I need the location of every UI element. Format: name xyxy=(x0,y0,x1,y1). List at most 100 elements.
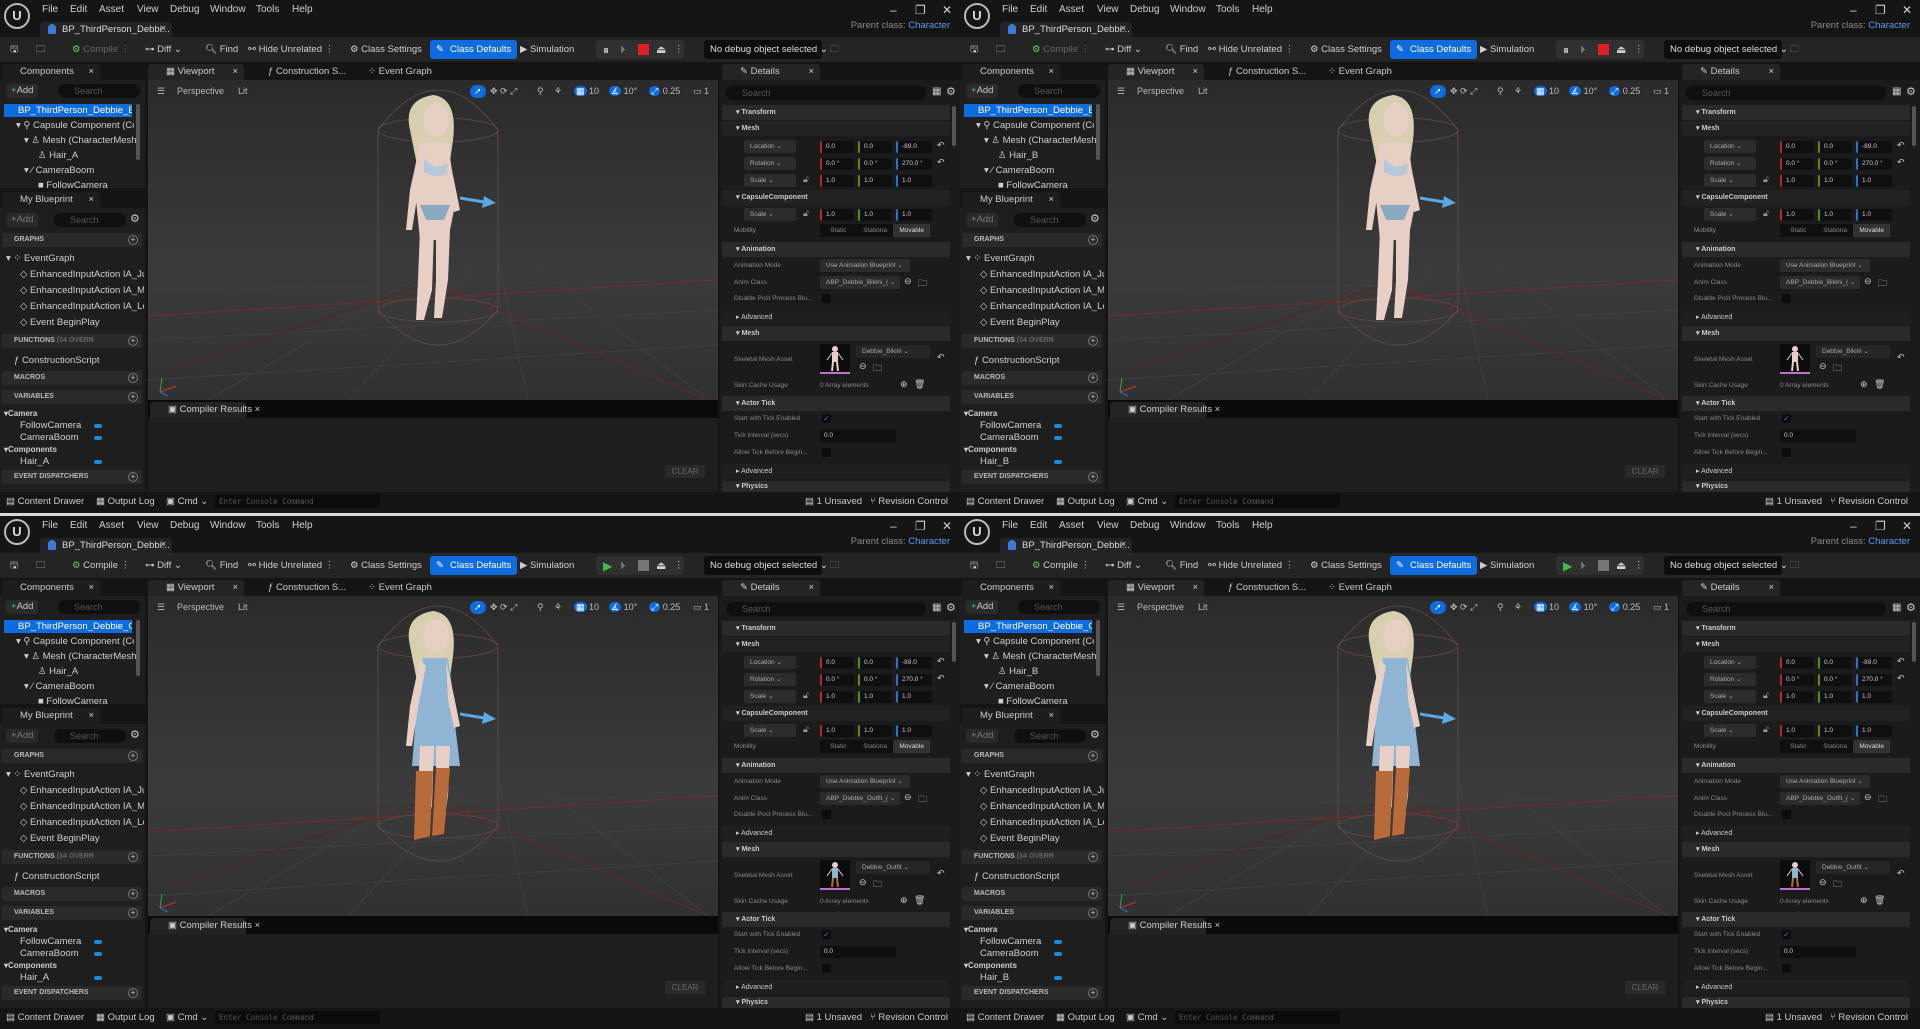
clear-button[interactable]: CLEAR xyxy=(665,465,705,478)
section-macros[interactable]: MACROS + xyxy=(962,887,1102,901)
grid-snap-button[interactable]: ▦ 10 xyxy=(1530,601,1564,614)
viewport-canvas[interactable] xyxy=(1107,80,1679,401)
output-log-button[interactable]: ▦ Output Log xyxy=(96,1012,155,1023)
disable-post-process-checkbox[interactable] xyxy=(1782,294,1791,303)
unsaved-button[interactable]: ▤ 1 Unsaved xyxy=(805,496,862,507)
class-settings-button[interactable]: ⚙ Class Settings xyxy=(1310,559,1382,573)
close-window-button[interactable]: ✕ xyxy=(1902,519,1912,533)
tree-item-mesh[interactable]: ▾ ♙ Mesh (CharacterMesh( xyxy=(984,650,1096,663)
select-tool-icon[interactable]: ➚ xyxy=(1430,601,1446,614)
transform-tools[interactable]: ✥ ⟳ ⤢ xyxy=(486,85,522,98)
skeletal-mesh-dropdown[interactable]: Debbie_Bikini ⌄ xyxy=(856,345,930,358)
event-item[interactable]: ◇ EnhancedInputAction IA_Jur xyxy=(980,268,1104,281)
debug-object-dropdown[interactable]: No debug object selected ⌄ xyxy=(704,40,828,59)
location-dropdown[interactable]: Location ⌄ xyxy=(744,140,796,153)
capsule-scale-z-field[interactable]: 1.0 xyxy=(896,725,932,737)
cmd-dropdown[interactable]: ▣ Cmd ⌄ xyxy=(1126,1012,1168,1023)
function-item[interactable]: ƒ ConstructionScript xyxy=(14,870,100,883)
variable-item[interactable]: Hair_A xyxy=(20,455,49,468)
class-defaults-button[interactable]: ✎ Class Defaults xyxy=(430,40,518,59)
diff-button[interactable]: ⊶ Diff ⌄ xyxy=(1105,43,1142,57)
add-function-icon[interactable]: + xyxy=(1088,852,1098,862)
disable-post-process-checkbox[interactable] xyxy=(822,294,831,303)
debug-browse-icon[interactable]: 🗀 xyxy=(830,559,840,573)
mobility-stationary[interactable]: Stationa xyxy=(1817,224,1854,237)
location-dropdown[interactable]: Location ⌄ xyxy=(1704,656,1756,669)
rotation-y-field[interactable]: 0.0 ° xyxy=(1818,158,1852,170)
event-item[interactable]: ◇ EnhancedInputAction IA_Mo xyxy=(980,800,1104,813)
viewport-menu-icon[interactable]: ☰ xyxy=(153,601,170,614)
tree-item-root[interactable]: BP_ThirdPerson_Debbie_Biki xyxy=(4,104,132,117)
location-y-field[interactable]: 0.0 xyxy=(858,657,892,669)
add-macro-icon[interactable]: + xyxy=(1088,889,1098,899)
tab-my-blueprint[interactable]: My Blueprint × xyxy=(962,708,1060,724)
simulation-button[interactable]: ▶ Simulation xyxy=(520,559,574,573)
debug-object-dropdown[interactable]: No debug object selected ⌄ xyxy=(704,556,828,575)
rotation-y-field[interactable]: 0.0 ° xyxy=(858,674,892,686)
mesh-thumbnail[interactable] xyxy=(1780,860,1810,890)
section-variables[interactable]: VARIABLES + xyxy=(962,906,1102,920)
menu-help[interactable]: Help xyxy=(292,4,313,15)
grid-snap-button[interactable]: ▦ 10 xyxy=(570,85,604,98)
add-dispatcher-icon[interactable]: + xyxy=(1088,988,1098,998)
class-settings-button[interactable]: ⚙ Class Settings xyxy=(350,559,422,573)
unreal-logo-icon[interactable]: U xyxy=(4,3,30,29)
start-tick-checkbox[interactable]: ✓ xyxy=(1782,930,1791,939)
event-item[interactable]: ◇ EnhancedInputAction IA_Mo xyxy=(20,800,144,813)
section-advanced[interactable]: ▸ Advanced xyxy=(1682,826,1910,841)
unsaved-button[interactable]: ▤ 1 Unsaved xyxy=(805,1012,862,1023)
perspective-button[interactable]: Perspective xyxy=(1132,601,1190,614)
menu-tools[interactable]: Tools xyxy=(256,520,279,531)
close-tab-icon[interactable]: × xyxy=(1120,23,1126,34)
perspective-button[interactable]: Perspective xyxy=(1132,85,1190,98)
lock-icon[interactable]: 🔓︎ xyxy=(1763,174,1769,185)
disable-post-process-checkbox[interactable] xyxy=(822,810,831,819)
class-defaults-button[interactable]: ✎ Class Defaults xyxy=(430,556,518,575)
section-capsule-component[interactable]: ▾ CapsuleComponent xyxy=(722,190,950,205)
menu-window[interactable]: Window xyxy=(210,4,246,15)
use-selected-icon[interactable]: ⊖ xyxy=(904,792,912,803)
play-icon[interactable]: ▶ xyxy=(1563,559,1572,573)
section-macros[interactable]: MACROS + xyxy=(2,371,142,385)
output-log-button[interactable]: ▦ Output Log xyxy=(1056,1012,1115,1023)
mesh-thumbnail[interactable] xyxy=(820,344,850,374)
tab-components[interactable]: Components × xyxy=(2,64,100,80)
scale-snap-button[interactable]: ⤢ 0.25 xyxy=(645,601,685,614)
anim-class-dropdown[interactable]: ABP_Debbie_Outfit_( ⌄ xyxy=(820,792,900,805)
tab-viewport[interactable]: ▦ Viewport × xyxy=(148,64,244,80)
allow-tick-checkbox[interactable] xyxy=(1782,448,1791,457)
maximize-button[interactable]: ❐ xyxy=(915,519,926,533)
clear-button[interactable]: CLEAR xyxy=(1625,465,1665,478)
step-icon[interactable]: ⏵ xyxy=(620,559,626,573)
section-capsule-component[interactable]: ▾ CapsuleComponent xyxy=(722,706,950,721)
event-item[interactable]: ◇ EnhancedInputAction IA_Mo xyxy=(20,284,144,297)
add-member-button[interactable]: +Add xyxy=(966,213,999,227)
table-view-icon[interactable]: ▦ xyxy=(932,86,941,97)
capsule-scale-x-field[interactable]: 1.0 xyxy=(820,725,854,737)
tree-item-capsule[interactable]: ▾ ⚲ Capsule Component (Co xyxy=(16,635,134,648)
menu-help[interactable]: Help xyxy=(1252,520,1273,531)
browse-icon[interactable]: 🗀 xyxy=(1833,361,1842,377)
capsule-scale-z-field[interactable]: 1.0 xyxy=(896,209,932,221)
capsule-scale-x-field[interactable]: 1.0 xyxy=(820,209,854,221)
components-search-input[interactable]: Search xyxy=(58,84,140,98)
menu-window[interactable]: Window xyxy=(210,520,246,531)
unreal-logo-icon[interactable]: U xyxy=(4,519,30,545)
graph-item-eventgraph[interactable]: ▾ ⁘ EventGraph xyxy=(6,768,75,781)
settings-gear-icon[interactable]: ⚙ xyxy=(130,728,140,741)
table-view-icon[interactable]: ▦ xyxy=(1892,602,1901,613)
browse-icon[interactable]: 🗀 xyxy=(996,559,1006,573)
tab-event-graph[interactable]: ⁘ Event Graph xyxy=(350,64,440,80)
settings-gear-icon[interactable]: ⚙ xyxy=(130,212,140,225)
section-variables[interactable]: VARIABLES + xyxy=(2,390,142,404)
event-item[interactable]: ◇ EnhancedInputAction IA_Mo xyxy=(980,284,1104,297)
function-item[interactable]: ƒ ConstructionScript xyxy=(974,870,1060,883)
maximize-button[interactable]: ❐ xyxy=(1875,519,1886,533)
add-element-icon[interactable]: ⊕ xyxy=(1860,895,1868,906)
section-functions[interactable]: FUNCTIONS (34 OVERR + xyxy=(2,334,142,348)
tab-details[interactable]: ✎ Details × xyxy=(722,580,820,596)
location-dropdown[interactable]: Location ⌄ xyxy=(744,656,796,669)
transform-tools[interactable]: ✥ ⟳ ⤢ xyxy=(1446,601,1482,614)
animation-mode-dropdown[interactable]: Use Animation Blueprint ⌄ xyxy=(1780,775,1870,788)
hide-unrelated-button[interactable]: ⚯ Hide Unrelated ⋮ xyxy=(1208,43,1294,57)
